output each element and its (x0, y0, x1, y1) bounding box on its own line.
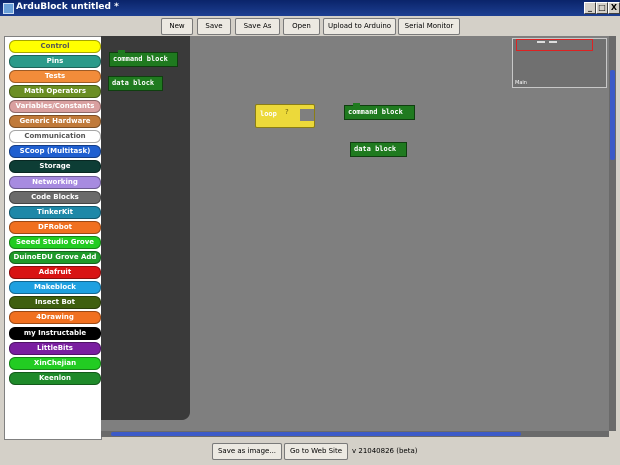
upload-to-arduino-button[interactable]: Upload to Arduino (323, 18, 396, 35)
close-button[interactable]: X (608, 2, 620, 14)
window-title: ArduBlock untitled * (16, 2, 119, 12)
loop-block-slot (300, 109, 314, 121)
minimap-block (549, 41, 557, 43)
loop-help-icon: ? (285, 108, 289, 116)
status-bar: Save as image... Go to Web Site v 210408… (0, 440, 620, 465)
go-to-web-site-button[interactable]: Go to Web Site (284, 443, 348, 460)
category-networking[interactable]: Networking (9, 176, 101, 189)
category-pins[interactable]: Pins (9, 55, 101, 68)
minimap[interactable]: Main (512, 38, 607, 88)
category-adafruit[interactable]: Adafruit (9, 266, 101, 279)
maximize-button[interactable]: □ (596, 2, 608, 14)
horizontal-scroll-thumb[interactable] (111, 432, 521, 436)
category-my-instructable[interactable]: my Instructable (9, 327, 101, 340)
drawer-command-block[interactable]: command block (109, 50, 178, 67)
drawer-data-block[interactable]: data block (108, 76, 163, 91)
save-button[interactable]: Save (197, 18, 231, 35)
block-drawer: command block data block (101, 36, 190, 420)
save-as-image-button[interactable]: Save as image... (212, 443, 282, 460)
category-scoop-multitask[interactable]: SCoop (Multitask) (9, 145, 101, 158)
category-duinoedu-grove-add[interactable]: DuinoEDU Grove Add (9, 251, 101, 264)
vertical-scroll-thumb[interactable] (610, 70, 615, 160)
category-dfrobot[interactable]: DFRobot (9, 221, 101, 234)
minimap-caption: Main (515, 80, 527, 86)
category-variables-constants[interactable]: Variables/Constants (9, 100, 101, 113)
app-icon (3, 3, 14, 14)
category-insect-bot[interactable]: Insect Bot (9, 296, 101, 309)
category-4drawing[interactable]: 4Drawing (9, 311, 101, 324)
category-communication[interactable]: Communication (9, 130, 101, 143)
version-label: v 21040826 (beta) (352, 447, 418, 455)
category-seeed-studio-grove[interactable]: Seeed Studio Grove (9, 236, 101, 249)
category-tests[interactable]: Tests (9, 70, 101, 83)
loop-block-label: loop (260, 110, 277, 118)
canvas-command-block[interactable]: command block (344, 103, 415, 120)
vertical-scrollbar[interactable] (609, 36, 616, 431)
title-bar: ArduBlock untitled * _ □ X (0, 0, 620, 16)
category-makeblock[interactable]: Makeblock (9, 281, 101, 294)
canvas-data-block[interactable]: data block (350, 142, 407, 157)
serial-monitor-button[interactable]: Serial Monitor (398, 18, 460, 35)
save-as-button[interactable]: Save As (235, 18, 280, 35)
open-button[interactable]: Open (283, 18, 320, 35)
category-keenlon[interactable]: Keenlon (9, 372, 101, 385)
loop-block[interactable]: loop ? (255, 104, 315, 128)
category-math-operators[interactable]: Math Operators (9, 85, 101, 98)
minimap-block (537, 41, 545, 43)
category-xinchejian[interactable]: XinChejian (9, 357, 101, 370)
minimize-button[interactable]: _ (584, 2, 596, 14)
block-category-palette: Control Pins Tests Math Operators Variab… (4, 36, 102, 440)
category-littlebits[interactable]: LittleBits (9, 342, 101, 355)
toolbar: New Save Save As Open Upload to Arduino … (0, 16, 620, 36)
category-storage[interactable]: Storage (9, 160, 101, 173)
category-tinkerkit[interactable]: TinkerKit (9, 206, 101, 219)
new-button[interactable]: New (161, 18, 193, 35)
horizontal-scrollbar[interactable] (101, 431, 609, 437)
category-control[interactable]: Control (9, 40, 101, 53)
category-code-blocks[interactable]: Code Blocks (9, 191, 101, 204)
category-generic-hardware[interactable]: Generic Hardware (9, 115, 101, 128)
